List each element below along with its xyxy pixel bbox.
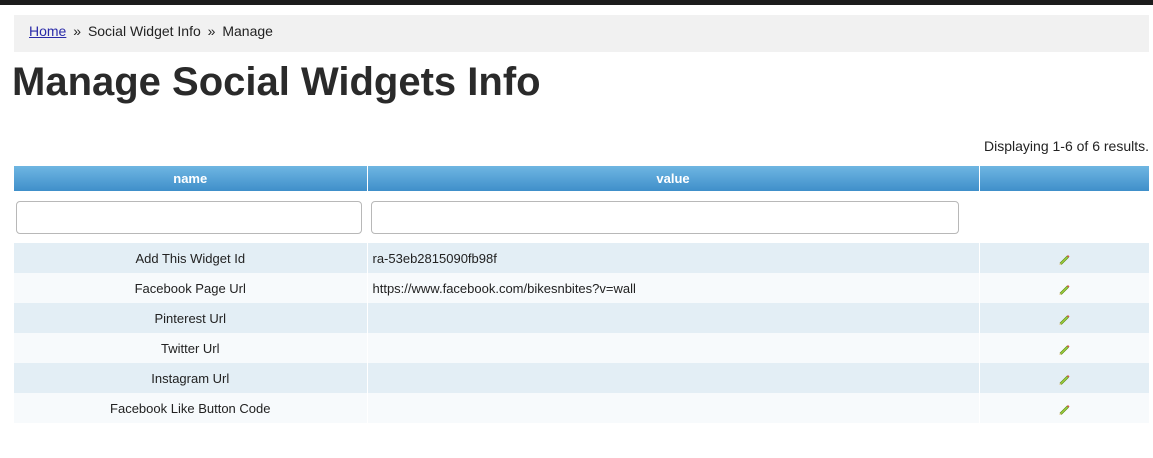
cell-value	[367, 303, 980, 333]
filter-cell-name	[14, 191, 367, 243]
edit-pencil-icon[interactable]	[1057, 372, 1071, 386]
cell-actions	[979, 273, 1149, 303]
top-border	[0, 0, 1153, 5]
grid-filter-row	[14, 191, 1149, 243]
column-header-name[interactable]: name	[14, 166, 368, 191]
cell-name: Facebook Page Url	[14, 273, 368, 303]
edit-pencil-icon[interactable]	[1057, 282, 1071, 296]
edit-pencil-icon[interactable]	[1057, 342, 1071, 356]
column-header-value[interactable]: value	[367, 166, 980, 191]
breadcrumb: Home » Social Widget Info » Manage	[14, 15, 1149, 52]
edit-pencil-icon[interactable]	[1057, 252, 1071, 266]
results-summary: Displaying 1-6 of 6 results.	[984, 138, 1149, 154]
breadcrumb-home-link[interactable]: Home	[29, 23, 66, 39]
table-row: Instagram Url	[14, 363, 1149, 393]
filter-cell-value	[367, 191, 979, 243]
cell-name: Instagram Url	[14, 363, 368, 393]
column-header-actions	[979, 166, 1149, 191]
cell-actions	[979, 243, 1149, 273]
breadcrumb-item-manage: Manage	[222, 23, 273, 39]
cell-value: ra-53eb2815090fb98f	[367, 243, 980, 273]
edit-pencil-icon[interactable]	[1057, 402, 1071, 416]
cell-value: https://www.facebook.com/bikesnbites?v=w…	[367, 273, 980, 303]
breadcrumb-separator: »	[73, 23, 82, 39]
breadcrumb-separator: »	[207, 23, 216, 39]
breadcrumb-item-social-widget-info: Social Widget Info	[87, 23, 201, 39]
filter-cell-actions	[979, 191, 1149, 243]
cell-actions	[979, 333, 1149, 363]
cell-name: Twitter Url	[14, 333, 368, 363]
cell-actions	[979, 363, 1149, 393]
cell-name: Pinterest Url	[14, 303, 368, 333]
table-row: Facebook Like Button Code	[14, 393, 1149, 423]
cell-value	[367, 363, 980, 393]
table-row: Twitter Url	[14, 333, 1149, 363]
widgets-grid: name value Add This Widget Id ra-53eb281…	[14, 166, 1149, 423]
table-row: Facebook Page Url https://www.facebook.c…	[14, 273, 1149, 303]
name-filter-input[interactable]	[16, 200, 362, 234]
cell-actions	[979, 303, 1149, 333]
edit-pencil-icon[interactable]	[1057, 312, 1071, 326]
page-title: Manage Social Widgets Info	[12, 60, 541, 104]
cell-value	[367, 393, 980, 423]
cell-name: Add This Widget Id	[14, 243, 368, 273]
cell-name: Facebook Like Button Code	[14, 393, 368, 423]
value-filter-input[interactable]	[371, 200, 959, 234]
cell-value	[367, 333, 980, 363]
cell-actions	[979, 393, 1149, 423]
table-row: Add This Widget Id ra-53eb2815090fb98f	[14, 243, 1149, 273]
grid-header-row: name value	[14, 166, 1149, 191]
table-row: Pinterest Url	[14, 303, 1149, 333]
